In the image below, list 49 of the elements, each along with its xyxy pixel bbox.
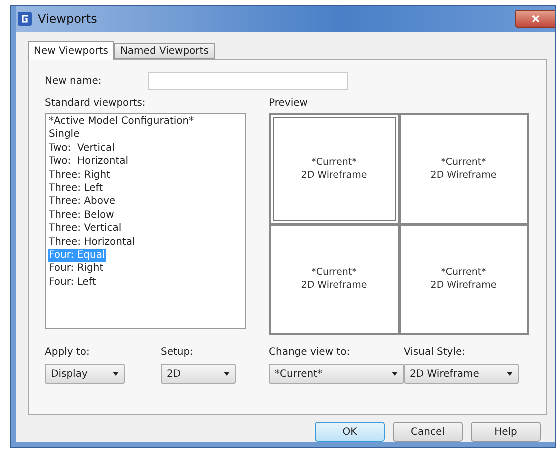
dropdown[interactable]: Display [45, 364, 125, 384]
dropdown-label: Change view to: [269, 347, 352, 358]
viewport-view: *Current* [441, 156, 486, 169]
dropdown-label: Visual Style: [404, 347, 467, 358]
dropdown-label: Setup: [161, 347, 194, 358]
list-item[interactable]: Three: Horizontal [48, 236, 136, 250]
list-item[interactable]: Three: Right [48, 168, 112, 182]
preview-label: Preview [269, 98, 309, 109]
tab[interactable]: Named Viewports [114, 43, 215, 59]
viewport-style: 2D Wireframe [301, 279, 368, 292]
viewport-view: *Current* [312, 266, 357, 280]
viewport-style: 2D Wireframe [430, 168, 497, 182]
viewport-style: 2D Wireframe [301, 168, 368, 182]
dialog-button[interactable]: OK [315, 422, 385, 442]
caret-icon [113, 372, 119, 376]
list-item[interactable]: Four: Left [48, 276, 98, 290]
tab[interactable]: New Viewports [28, 41, 114, 60]
dialog-button[interactable]: Cancel [393, 422, 463, 442]
close-button[interactable] [515, 10, 555, 28]
dropdown-label: Apply to: [45, 347, 91, 358]
viewport-tile[interactable]: *Current* 2D Wireframe [271, 226, 398, 333]
caret-icon [507, 372, 513, 376]
viewport-tile[interactable]: *Current* 2D Wireframe [271, 115, 398, 222]
list-item[interactable]: Three: Below [48, 208, 116, 222]
dropdown[interactable]: *Current* [269, 364, 404, 384]
close-icon [532, 15, 540, 23]
app-logo-icon [18, 12, 32, 26]
viewport-view: *Current* [312, 156, 357, 169]
viewport-tile[interactable]: *Current* 2D Wireframe [400, 115, 527, 222]
dropdown[interactable]: 2D [161, 364, 236, 384]
name-input-field[interactable] [148, 72, 348, 90]
list-item[interactable]: Three: Left [48, 182, 104, 196]
list-item[interactable]: Three: Vertical [48, 222, 123, 236]
list-item[interactable]: Two: Horizontal [48, 155, 130, 169]
list-item[interactable]: Four: Right [48, 262, 105, 276]
viewport-style: 2D Wireframe [430, 279, 497, 292]
window-title: Viewports [38, 12, 98, 26]
caret-icon [224, 372, 230, 376]
viewport-view: *Current* [441, 266, 486, 280]
list-item[interactable]: Three: Above [48, 195, 117, 209]
field-label: New name: [45, 76, 102, 86]
list-item[interactable]: Single [48, 128, 81, 142]
list-item[interactable]: *Active Model Configuration* [48, 115, 196, 128]
list-item[interactable]: Two: Vertical [48, 142, 116, 156]
caret-icon [392, 372, 398, 376]
list-label: Standard viewports: [45, 98, 147, 109]
viewport-tile[interactable]: *Current* 2D Wireframe [400, 226, 527, 333]
dropdown[interactable]: 2D Wireframe [404, 364, 519, 384]
dialog-button[interactable]: Help [471, 422, 541, 442]
